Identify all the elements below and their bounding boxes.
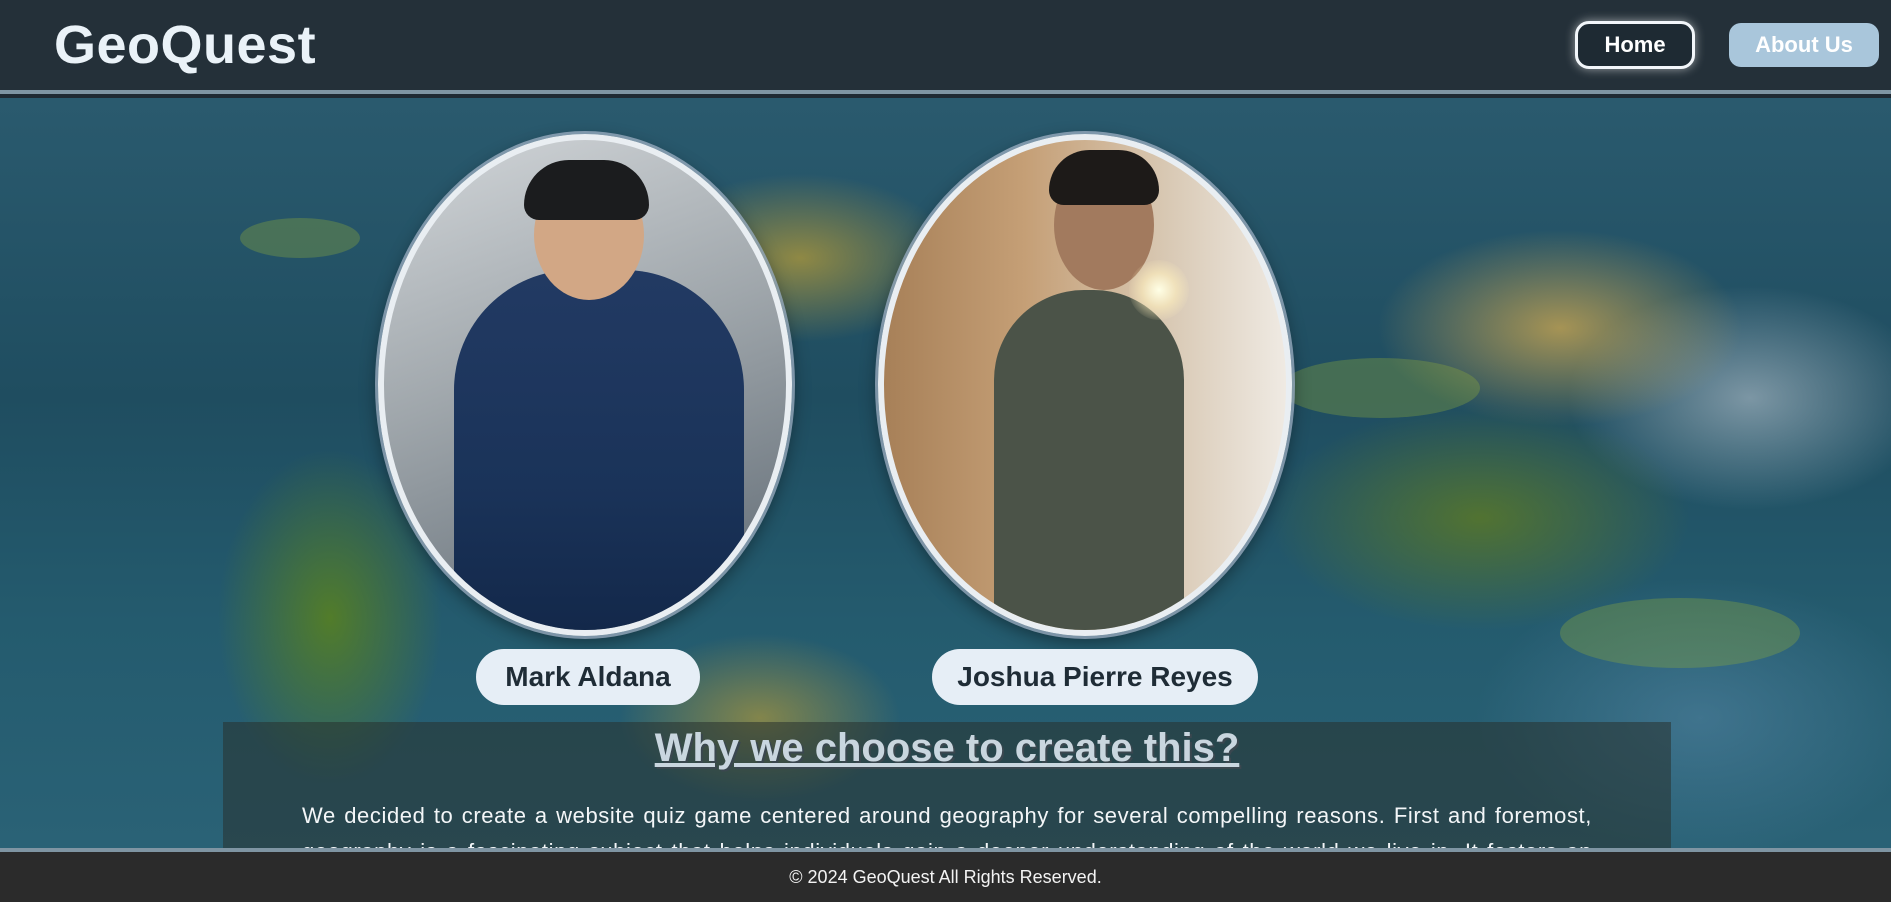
site-logo[interactable]: GeoQuest bbox=[54, 14, 316, 76]
team-name-mark: Mark Aldana bbox=[476, 649, 700, 705]
team-photo-joshua bbox=[878, 134, 1292, 636]
why-section-text: We decided to create a website quiz game… bbox=[302, 803, 1592, 848]
terrain-decoration bbox=[1560, 598, 1800, 668]
site-header: GeoQuest Home About Us bbox=[0, 0, 1891, 94]
site-footer: © 2024 GeoQuest All Rights Reserved. bbox=[0, 848, 1891, 902]
why-section-title: Why we choose to create this? bbox=[654, 726, 1240, 770]
team-photo-mark bbox=[378, 134, 792, 636]
why-section: Why we choose to create this? We decided… bbox=[223, 722, 1671, 848]
terrain-decoration bbox=[240, 218, 360, 258]
team-name-joshua: Joshua Pierre Reyes bbox=[932, 649, 1258, 705]
nav-about-button[interactable]: About Us bbox=[1729, 23, 1879, 67]
nav-home-button[interactable]: Home bbox=[1575, 21, 1695, 69]
photo-figure-hair bbox=[1049, 150, 1159, 205]
photo-figure-hair bbox=[524, 160, 649, 220]
photo-figure bbox=[994, 290, 1184, 630]
photo-figure bbox=[454, 270, 744, 630]
terrain-decoration bbox=[1280, 358, 1480, 418]
phone-flash bbox=[1129, 260, 1189, 320]
